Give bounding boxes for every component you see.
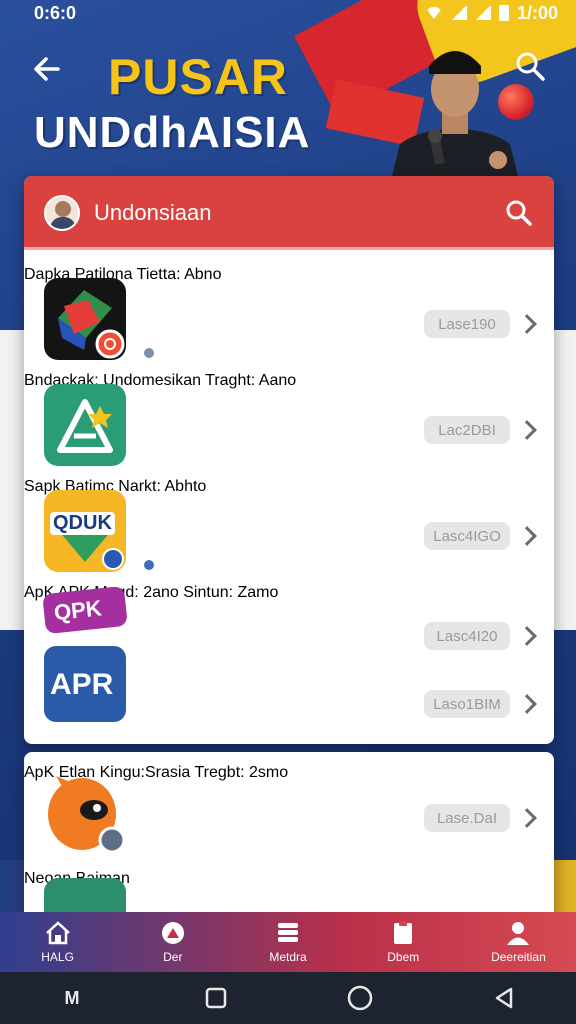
decor-ball <box>498 84 534 120</box>
status-dot <box>144 560 154 570</box>
circle-icon <box>347 985 373 1011</box>
stack-icon <box>278 923 298 942</box>
item-subtitle: Narkt: Abhto <box>118 478 207 495</box>
item-badge[interactable]: Lase.DaI <box>424 804 510 832</box>
item-subtitle: Tregbt: 2smo <box>194 764 289 781</box>
item-subtitle: Tietta: Abno <box>136 266 222 283</box>
home-icon <box>45 921 70 945</box>
person-icon <box>507 922 530 945</box>
triangle-back-icon <box>495 987 513 1009</box>
page-title: PUSAR <box>108 49 289 105</box>
chevron-right-icon[interactable] <box>517 526 537 546</box>
search-icon[interactable] <box>504 198 534 228</box>
search-icon[interactable] <box>512 48 548 84</box>
status-clock: 1/:00 <box>516 2 558 23</box>
nav-label: HALG <box>41 950 74 964</box>
signal-icon <box>474 6 491 20</box>
nav-item-docs[interactable]: Dbem <box>346 912 461 972</box>
item-subtitle: Sintun: Zamo <box>183 584 279 601</box>
system-nav-bar: M <box>0 972 576 1024</box>
list-item[interactable]: ApK Etlan Kingu:Srasia Tregbt: 2smo Lase… <box>24 764 554 864</box>
app-icon-triangle <box>44 384 126 466</box>
menu-button[interactable]: M <box>57 983 87 1013</box>
back-button[interactable] <box>30 52 66 88</box>
chevron-right-icon[interactable] <box>517 626 537 646</box>
list-item[interactable]: Dapka Patilona Tietta: Abno Lase190 <box>24 266 554 366</box>
item-badge[interactable]: Lac2DBI <box>424 416 510 444</box>
nav-label: Deereitian <box>491 950 546 964</box>
avatar[interactable] <box>44 195 80 231</box>
nav-item-home[interactable]: HALG <box>0 912 115 972</box>
app-icon-qpk: QPK <box>42 585 128 635</box>
item-badge[interactable]: Lasc4I20 <box>424 622 510 650</box>
app-icon-label: APR <box>50 668 114 701</box>
chevron-right-icon[interactable] <box>517 420 537 440</box>
nav-label: Der <box>163 950 183 964</box>
square-icon <box>205 987 227 1009</box>
wifi-icon <box>424 7 443 19</box>
status-time: 0:6:0 <box>34 2 77 23</box>
app-list-card: Undonsiaan Dapka Patilona Tietta: Abno L… <box>24 176 554 744</box>
nav-item-media[interactable]: Metdra <box>230 912 345 972</box>
status-bar: 0:6:0 1/:00 <box>0 0 576 26</box>
chevron-right-icon[interactable] <box>517 694 537 714</box>
app-icon-apr: APR <box>44 646 126 722</box>
signal-icon <box>450 6 467 20</box>
back-nav-button[interactable] <box>489 983 519 1013</box>
bottom-nav: HALG Der Metdra Dbem Deereitian <box>0 912 576 972</box>
item-badge[interactable]: Lase190 <box>424 310 510 338</box>
menu-label: M <box>64 987 80 1008</box>
compass-icon <box>161 922 184 944</box>
home-button[interactable] <box>345 983 375 1013</box>
app-icon-label: QPK <box>52 595 103 626</box>
chevron-right-icon[interactable] <box>517 314 537 334</box>
list-item[interactable]: QDUK Sapk Batimc Narkt: Abhto Lasc4IGO <box>24 478 554 578</box>
page-subtitle: UNDdhAISIA <box>34 108 311 157</box>
app-icon-label: QDUK <box>50 512 115 535</box>
arrow-left-icon <box>34 57 60 81</box>
nav-item-profile[interactable]: Deereitian <box>461 912 576 972</box>
status-icons: 1/:00 <box>424 2 558 24</box>
nav-item-explore[interactable]: Der <box>115 912 230 972</box>
badge-icon <box>102 548 124 570</box>
header: PUSAR UNDdhAISIA <box>0 26 576 184</box>
doc-icon <box>394 921 413 944</box>
decor-panel <box>0 330 24 630</box>
item-badge[interactable]: Laso1BIM <box>424 690 510 718</box>
nav-label: Dbem <box>387 950 420 964</box>
app-icon-bird <box>48 776 126 854</box>
battery-icon <box>498 5 509 21</box>
item-subtitle: Traght: Aano <box>205 372 297 389</box>
card-header: Undonsiaan <box>24 176 554 250</box>
list-item[interactable]: Bndackak: Undomesikan Traght: Aano Lac2D… <box>24 372 554 472</box>
chevron-right-icon[interactable] <box>517 808 537 828</box>
decor-panel <box>552 330 576 630</box>
card-header-label: Undonsiaan <box>94 200 212 225</box>
status-dot <box>144 348 154 358</box>
item-badge[interactable]: Lasc4IGO <box>424 522 510 550</box>
list-item[interactable]: QPK APR ApK APK Megd: 2ano Lasc4I20 Sint… <box>24 584 554 734</box>
app-icon-qduk: QDUK <box>44 490 126 572</box>
app-icon-geometric <box>44 278 126 360</box>
nav-label: Metdra <box>269 950 307 964</box>
recents-button[interactable] <box>201 983 231 1013</box>
